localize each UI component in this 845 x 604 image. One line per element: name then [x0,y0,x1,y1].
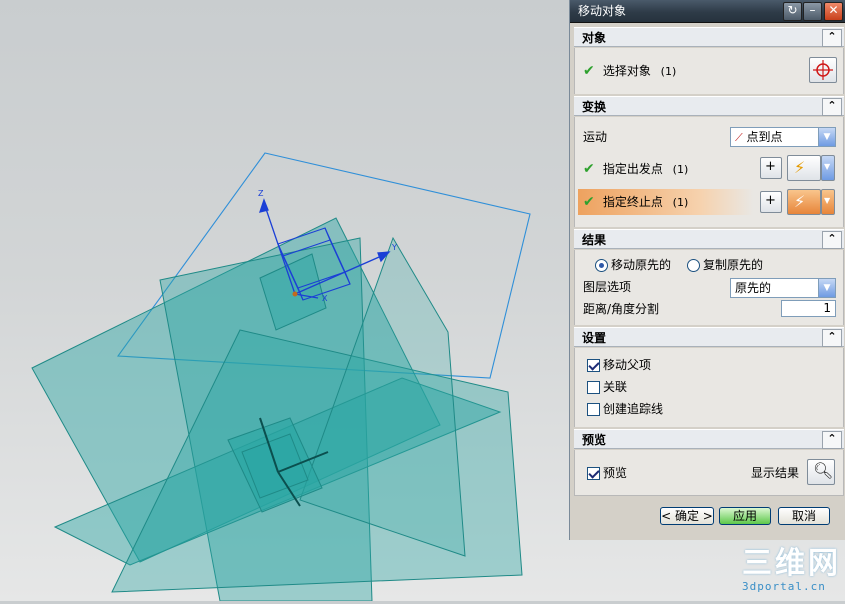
object-section-title: 对象 [582,31,607,45]
lightning-icon: ⚡ [794,192,806,211]
distance-label: 距离/角度分割 [583,302,660,316]
select-object-row[interactable]: ✔ 选择对象 (1) [583,61,676,81]
watermark: 三维网 3dportal.cn [742,548,842,598]
magnifier-icon: 🔍︎ [813,461,834,480]
start-point-dropdown[interactable]: ▼ [821,155,835,181]
point-constructor-icon: + [765,159,776,174]
end-point-row[interactable]: ✔ 指定终止点 (1) [578,189,753,215]
preview-section-title: 预览 [582,433,607,447]
start-point-snap-button[interactable]: ⚡ [787,155,821,181]
end-point-label: 指定终止点 [602,195,663,209]
object-section-header[interactable]: 对象 ⌃ [574,27,844,47]
result-section-title: 结果 [582,233,607,247]
check-icon: ✔ [583,194,595,210]
axis-label-z: Z [258,189,264,198]
result-section-header[interactable]: 结果 ⌃ [574,229,844,249]
checkbox-unchecked[interactable] [587,381,600,394]
transform-section-header[interactable]: 变换 ⌃ [574,96,844,116]
show-result-button[interactable]: 🔍︎ [807,459,835,485]
object-section-body: ✔ 选择对象 (1) [574,48,844,94]
show-result-label: 显示结果 [751,466,800,480]
lightning-icon: ⚡ [794,158,806,177]
collapse-icon[interactable]: ⌃ [822,29,842,47]
point-dialog-button[interactable]: + [760,191,782,213]
layer-option-select[interactable]: 原先的 ▼ [730,278,836,298]
check-icon: ✔ [583,161,595,177]
preview-checkbox[interactable]: 预览 [587,463,627,483]
create-trace-label: 创建追踪线 [603,402,664,416]
settings-section-body: 移动父项 关联 创建追踪线 [574,348,844,427]
move-parents-checkbox[interactable]: 移动父项 [587,355,651,375]
cancel-button[interactable]: 取消 [778,507,830,525]
transform-section-title: 变换 [582,100,607,114]
move-parents-label: 移动父项 [603,358,652,372]
watermark-logo: 三维网 [742,546,841,581]
chevron-down-icon[interactable]: ▼ [818,128,835,146]
start-point-count: (1) [672,163,689,176]
chevron-down-icon[interactable]: ▼ [818,279,835,297]
result-section-body: 移动原先的 复制原先的 图层选项 原先的 ▼ 距离/角度分割 1 [574,250,844,325]
checkbox-checked[interactable] [587,467,600,480]
start-point-row[interactable]: ✔ 指定出发点 (1) [583,159,688,179]
radio-selected[interactable] [595,259,608,272]
ok-button[interactable]: < 确定 > [660,507,714,525]
transform-section-body: 运动 ⟋ 点到点 ▼ ✔ 指定出发点 (1) + ⚡ ▼ ✔ 指定终止点 (1)… [574,117,844,227]
axis-label-y: Y [391,243,397,252]
move-original-radio[interactable]: 移动原先的 [595,255,671,275]
end-point-dropdown[interactable]: ▼ [821,189,835,215]
layer-option-value: 原先的 [735,281,772,295]
copy-original-radio[interactable]: 复制原先的 [687,255,763,275]
select-object-button[interactable] [809,57,837,83]
point-constructor-icon: + [765,193,776,208]
minimize-icon[interactable]: – [803,2,822,21]
end-point-snap-button[interactable]: ⚡ [787,189,821,215]
dialog-title: 移动对象 [578,4,627,18]
watermark-site: 3dportal.cn [742,580,826,593]
associative-checkbox[interactable]: 关联 [587,377,627,397]
reset-icon[interactable]: ↻ [783,2,802,21]
settings-section-header[interactable]: 设置 ⌃ [574,327,844,347]
crosshair-icon [813,60,833,80]
collapse-icon[interactable]: ⌃ [822,329,842,347]
distance-input[interactable]: 1 [781,300,836,317]
preview-label: 预览 [603,466,628,480]
collapse-icon[interactable]: ⌃ [822,431,842,449]
start-point-label: 指定出发点 [602,162,663,176]
associative-label: 关联 [603,380,628,394]
apply-button[interactable]: 应用 [719,507,771,525]
check-icon: ✔ [583,63,595,79]
checkbox-unchecked[interactable] [587,403,600,416]
axis-label-x: X [322,294,328,303]
create-trace-checkbox[interactable]: 创建追踪线 [587,399,663,419]
settings-section-title: 设置 [582,331,607,345]
chevron-down-icon: ▼ [824,196,831,205]
close-icon[interactable]: ✕ [824,2,843,21]
collapse-icon[interactable]: ⌃ [822,231,842,249]
preview-section-header[interactable]: 预览 ⌃ [574,429,844,449]
preview-section-body: 预览 显示结果 🔍︎ [574,450,844,496]
checkbox-checked[interactable] [587,359,600,372]
dialog-titlebar[interactable]: 移动对象 ↻ – ✕ [570,0,845,23]
select-object-count: (1) [660,65,677,78]
end-point-count: (1) [672,196,689,209]
motion-select-value: 点到点 [746,130,783,144]
point-dialog-button[interactable]: + [760,157,782,179]
radio-unselected[interactable] [687,259,700,272]
layer-option-label: 图层选项 [583,280,632,294]
motion-select[interactable]: ⟋ 点到点 ▼ [730,127,836,147]
distance-value: 1 [823,301,831,315]
move-object-dialog: 移动对象 ↻ – ✕ 对象 ⌃ ✔ 选择对象 (1) 变换 ⌃ 运动 ⟋ 点到点 [569,0,845,540]
copy-original-label: 复制原先的 [703,258,764,272]
move-original-label: 移动原先的 [611,258,672,272]
point-to-point-icon: ⟋ [735,131,743,144]
motion-label: 运动 [583,130,608,144]
chevron-down-icon: ▼ [824,162,831,171]
select-object-label: 选择对象 [602,64,651,78]
collapse-icon[interactable]: ⌃ [822,98,842,116]
